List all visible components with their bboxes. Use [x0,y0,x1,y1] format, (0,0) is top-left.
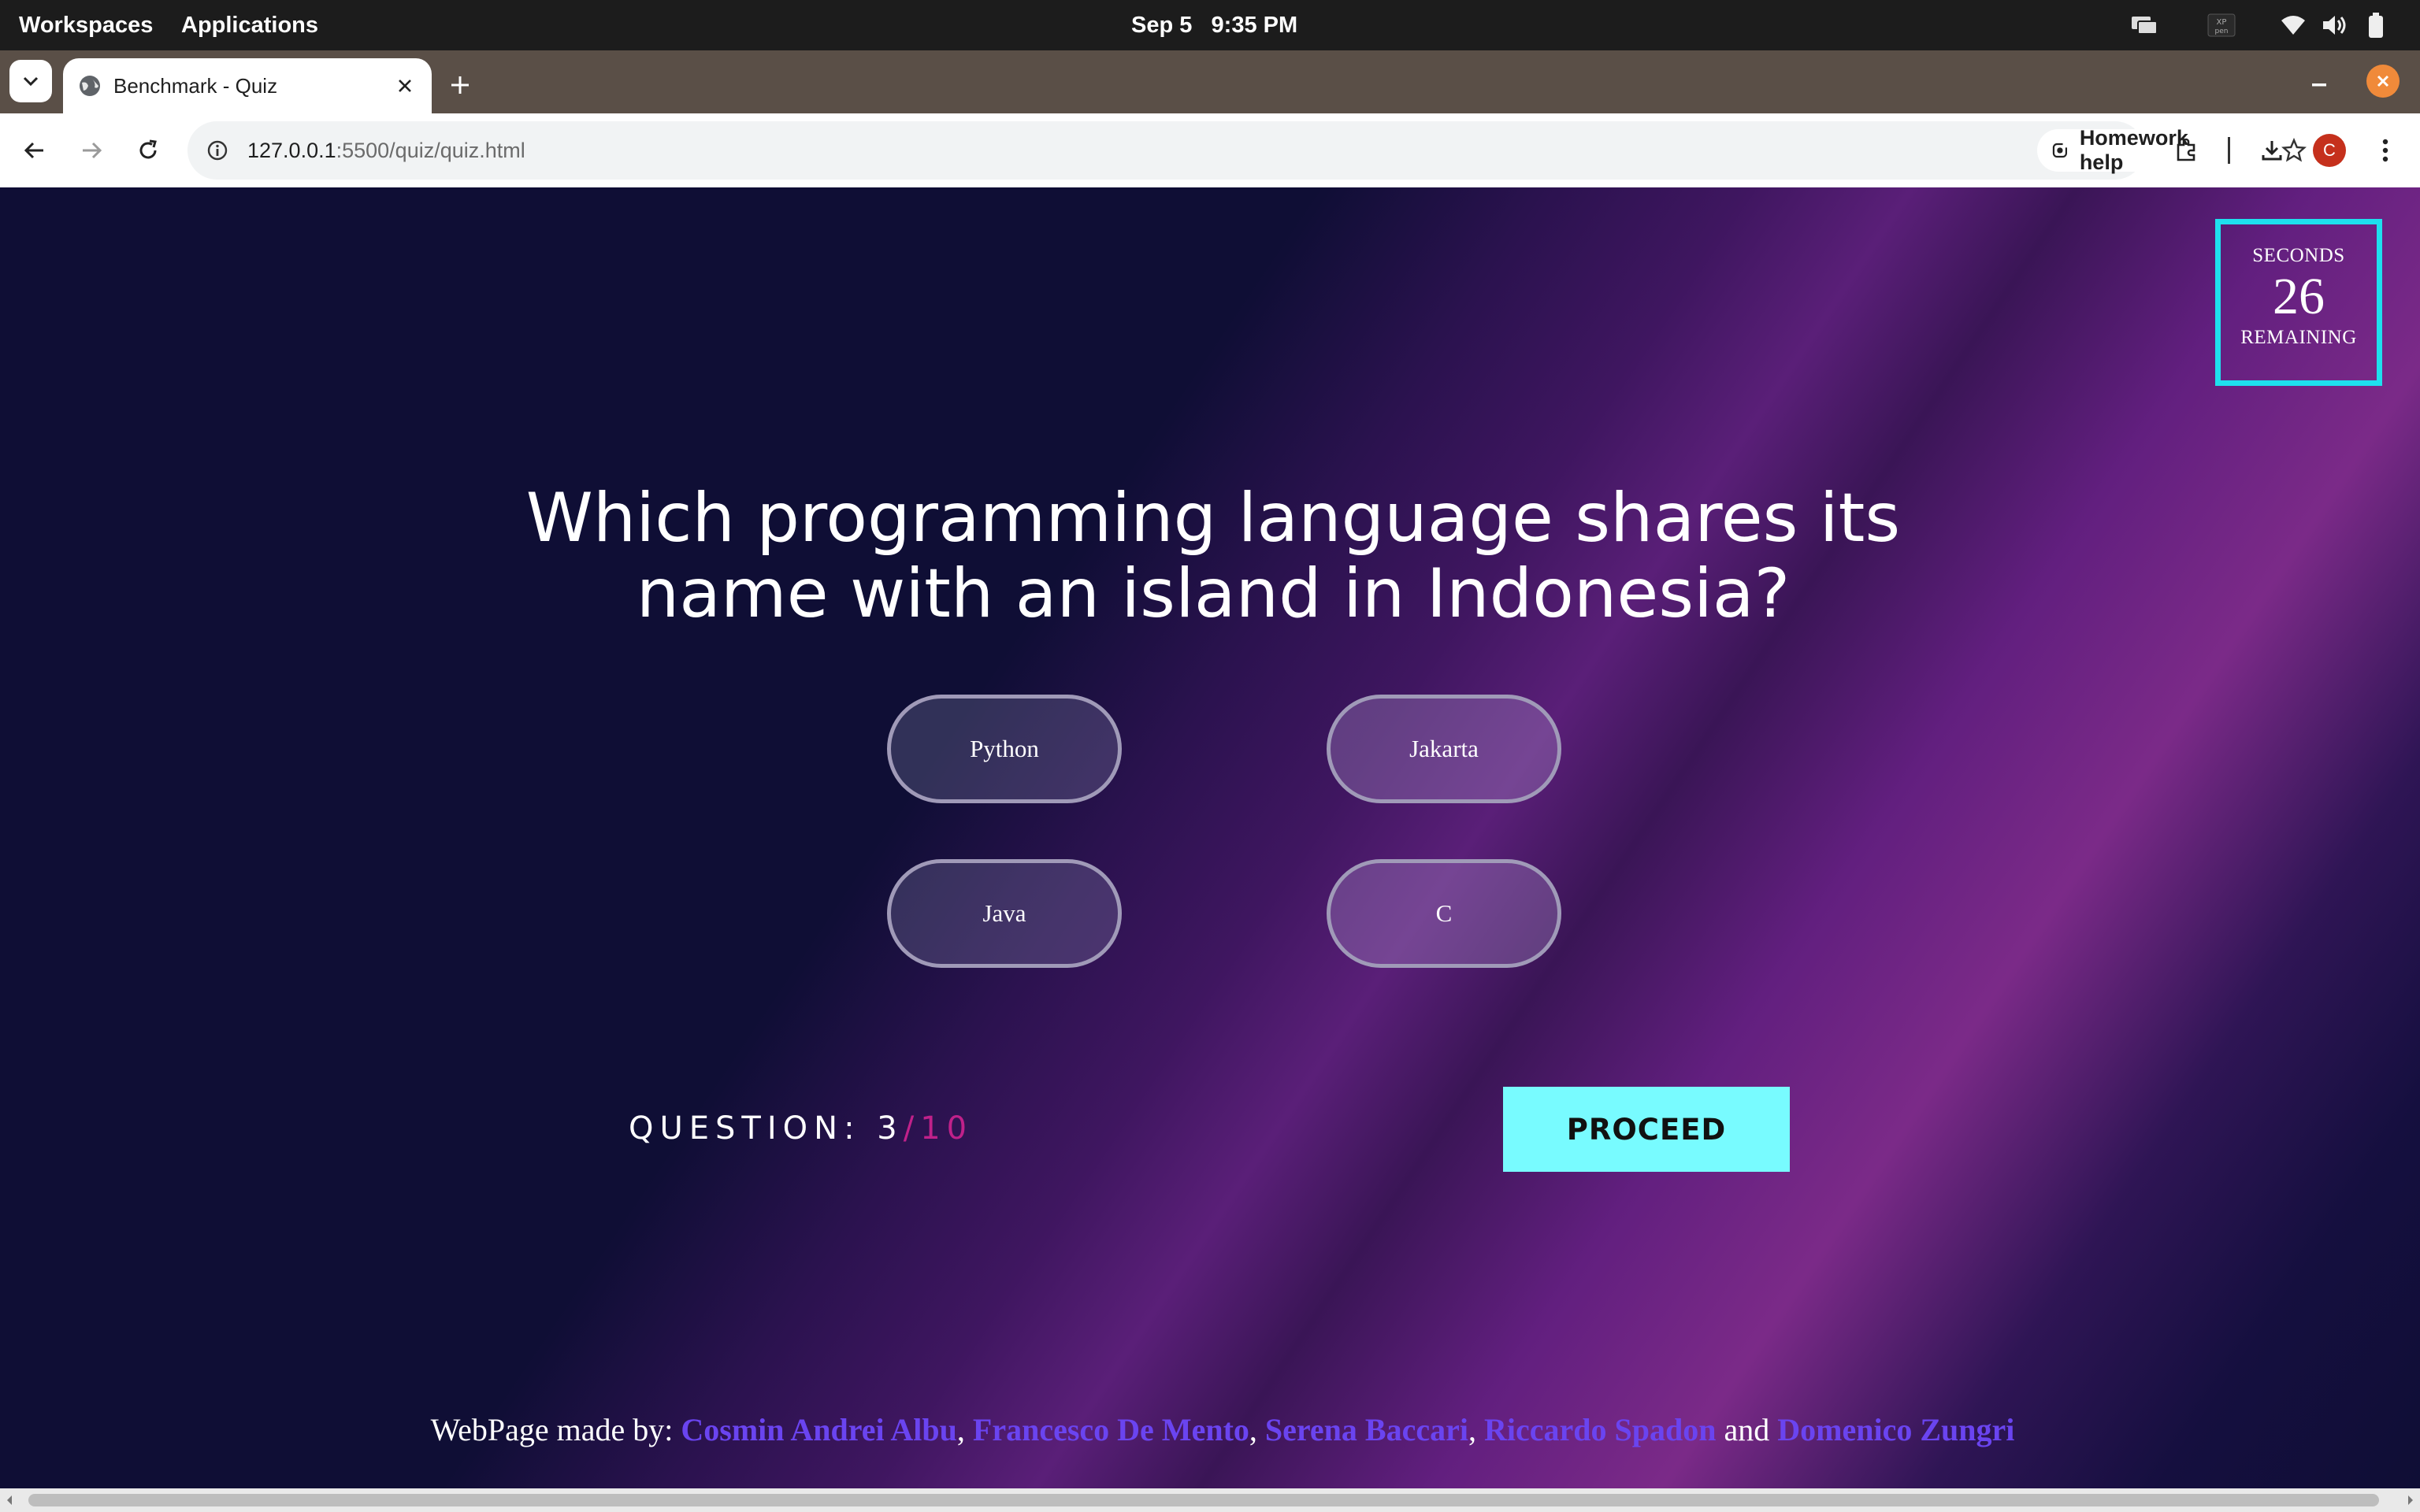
browser-toolbar: 127.0.0.1:5500/quiz/quiz.html Homework h… [0,113,2420,189]
reload-button[interactable] [129,132,167,169]
answer-java[interactable]: Java [887,859,1122,968]
download-icon [2262,141,2282,161]
back-button[interactable] [16,132,54,169]
clock-time: 9:35 PM [1211,13,1298,38]
arrow-right-icon [83,142,102,159]
downloads-button[interactable] [2253,132,2291,169]
profile-avatar[interactable]: C [2313,134,2346,167]
tab-title: Benchmark - Quiz [113,74,278,98]
battery-icon[interactable] [2366,11,2385,39]
tab-search-button[interactable] [9,60,52,102]
minimize-icon [2312,83,2326,87]
answer-c[interactable]: C [1327,859,1561,968]
tab-close-button[interactable] [391,72,419,100]
timer-top-label: SECONDS [2252,245,2345,266]
author-link-4[interactable]: Riccardo Spadon [1484,1412,1717,1447]
question-counter: QUESTION: 3/10 [629,1110,973,1147]
volume-icon[interactable] [2321,11,2349,39]
toolbar-separator [2228,137,2230,164]
author-separator: , [956,1412,973,1447]
plus-icon [451,76,469,94]
question-text: Which programming language shares its na… [525,479,1901,633]
and-word: and [1716,1412,1778,1447]
applications-button[interactable]: Applications [181,0,318,50]
question-current: 3 [877,1110,904,1147]
credits-footer: WebPage made by: Cosmin Andrei Albu, Fra… [0,1411,2420,1448]
extensions-button[interactable] [2168,132,2206,169]
svg-text:pen: pen [2215,28,2229,35]
timer-bottom-label: REMAINING [2240,327,2357,348]
puzzle-icon [2177,138,2195,161]
proceed-button[interactable]: PROCEED [1503,1087,1790,1172]
question-total: /10 [903,1110,974,1147]
workspaces-button[interactable]: Workspaces [19,0,153,50]
scrollbar-thumb[interactable] [28,1494,2379,1506]
address-bar[interactable]: 127.0.0.1:5500/quiz/quiz.html Homework h… [187,121,2307,180]
author-separator: , [1468,1412,1484,1447]
chevron-down-icon [23,76,39,87]
globe-icon [80,76,100,96]
question-counter-label: QUESTION: [629,1110,878,1147]
svg-text:XP: XP [2217,18,2227,27]
close-icon [2377,75,2389,87]
url-host: 127.0.0.1 [247,139,336,162]
scroll-right-arrow-icon[interactable] [2401,1488,2420,1512]
window-minimize-button[interactable] [2300,66,2338,104]
browser-tab-strip: Benchmark - Quiz [0,50,2420,113]
new-tab-button[interactable] [441,66,479,104]
horizontal-scrollbar[interactable] [0,1488,2420,1512]
forward-button[interactable] [72,132,110,169]
scroll-left-arrow-icon[interactable] [0,1488,19,1512]
wifi-icon[interactable] [2280,11,2307,39]
close-icon [399,80,411,92]
author-link-1[interactable]: Cosmin Andrei Albu [681,1412,957,1447]
answer-jakarta[interactable]: Jakarta [1327,695,1561,803]
author-link-5[interactable]: Domenico Zungri [1777,1412,2014,1447]
xp-pen-tray-icon[interactable]: XP pen [2207,11,2236,39]
answer-python[interactable]: Python [887,695,1122,803]
reload-icon [139,139,157,159]
kebab-menu-icon [2382,139,2388,162]
window-close-button[interactable] [2366,65,2400,98]
clock[interactable]: Sep 5 9:35 PM [1131,0,1297,50]
credits-prefix: WebPage made by: [430,1412,681,1447]
site-info-icon[interactable] [203,136,232,165]
tab-benchmark-quiz[interactable]: Benchmark - Quiz [63,58,432,113]
browser-menu-button[interactable] [2366,132,2404,169]
system-top-bar: Workspaces Applications Sep 5 9:35 PM XP… [0,0,2420,50]
author-link-2[interactable]: Francesco De Mento [973,1412,1249,1447]
author-separator: , [1249,1412,1265,1447]
quiz-page: SECONDS 26 REMAINING Which programming l… [0,187,2420,1488]
arrow-left-icon [24,142,43,159]
screen-share-icon[interactable] [2130,11,2158,39]
author-link-3[interactable]: Serena Baccari [1265,1412,1468,1447]
clock-date: Sep 5 [1131,13,1193,38]
url-path: :5500/quiz/quiz.html [336,139,525,162]
countdown-timer: SECONDS 26 REMAINING [2215,219,2382,386]
lens-icon [2052,143,2068,158]
url-text[interactable]: 127.0.0.1:5500/quiz/quiz.html [247,121,525,180]
timer-value: 26 [2273,268,2325,325]
